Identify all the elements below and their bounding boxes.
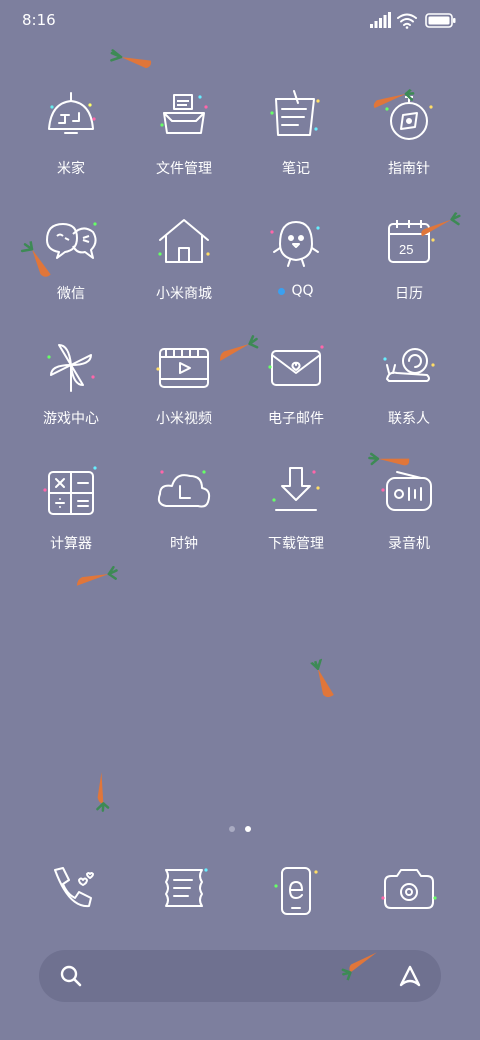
app-recorder[interactable]: 录音机 <box>353 460 465 570</box>
app-mi-store[interactable]: 小米商城 <box>128 210 240 320</box>
app-game-center[interactable]: 游戏中心 <box>15 335 127 445</box>
snail-contacts-icon <box>383 348 435 382</box>
dock-messages[interactable] <box>128 858 240 928</box>
status-time: 8:16 <box>22 11 56 29</box>
app-label: 小米商城 <box>156 286 212 302</box>
pinwheel-icon <box>47 344 95 392</box>
phone-hearts-icon <box>54 867 94 908</box>
assistant-a-icon[interactable] <box>397 963 423 989</box>
app-download-manager[interactable]: 下载管理 <box>240 460 352 570</box>
notepad-icon <box>270 90 320 136</box>
download-arrow-icon <box>272 467 320 511</box>
dock-camera[interactable] <box>353 858 465 928</box>
calculator-icon <box>43 466 97 515</box>
search-icon[interactable] <box>59 964 83 988</box>
wifi-icon <box>397 13 417 29</box>
app-clock[interactable]: 时钟 <box>128 460 240 570</box>
app-qq[interactable]: QQ <box>240 210 352 320</box>
app-calculator[interactable]: 计算器 <box>15 460 127 570</box>
app-label: QQ <box>240 283 352 299</box>
app-label: 米家 <box>57 161 85 177</box>
cloud-clock-icon <box>157 470 211 508</box>
app-label: 微信 <box>57 286 85 302</box>
camera-icon <box>381 869 437 909</box>
signal-icon <box>370 12 391 28</box>
envelope-icon <box>268 345 324 386</box>
carrot-decoration-icon <box>110 49 152 69</box>
page-dot-active[interactable] <box>245 826 251 832</box>
app-file-manager[interactable]: 文件管理 <box>128 85 240 195</box>
app-label: 计算器 <box>50 536 92 552</box>
battery-icon <box>425 13 456 28</box>
app-label: 时钟 <box>170 536 198 552</box>
page-indicator <box>0 826 480 834</box>
carrot-decoration-icon <box>20 240 51 277</box>
browser-phone-icon <box>274 867 318 915</box>
carrot-decoration-icon <box>220 335 259 362</box>
app-label: 联系人 <box>388 411 430 427</box>
video-film-icon <box>156 348 209 388</box>
app-label: 指南针 <box>388 161 430 177</box>
status-bar: 8:16 <box>0 0 480 40</box>
app-mijia[interactable]: 米家 <box>15 85 127 195</box>
app-label: 日历 <box>395 286 423 302</box>
app-label: 下载管理 <box>268 536 324 552</box>
file-tray-icon <box>160 94 208 134</box>
carrot-decoration-icon <box>310 657 334 698</box>
app-label: 录音机 <box>388 536 430 552</box>
app-label: 文件管理 <box>156 161 212 177</box>
dock <box>15 858 465 928</box>
scroll-messages-icon <box>165 868 208 907</box>
app-label: 小米视频 <box>156 411 212 427</box>
dock-browser[interactable] <box>240 858 352 928</box>
smart-home-lamp-icon <box>48 92 96 134</box>
status-icons <box>370 12 458 30</box>
app-label: 电子邮件 <box>268 411 324 427</box>
app-label-text: QQ <box>291 283 314 299</box>
calendar-day-text: 25 <box>399 242 413 257</box>
notification-dot <box>278 287 286 295</box>
app-contacts[interactable]: 联系人 <box>353 335 465 445</box>
app-label: 游戏中心 <box>43 411 99 427</box>
page-dot[interactable] <box>229 826 235 832</box>
app-row: 微信 小米商城 QQ 25 日历 <box>15 210 465 320</box>
house-icon <box>158 219 210 263</box>
carrot-decoration-icon <box>96 772 110 812</box>
app-notes[interactable]: 笔记 <box>240 85 352 195</box>
app-label: 笔记 <box>282 161 310 177</box>
penguin-icon <box>270 221 320 267</box>
dock-phone[interactable] <box>15 858 127 928</box>
